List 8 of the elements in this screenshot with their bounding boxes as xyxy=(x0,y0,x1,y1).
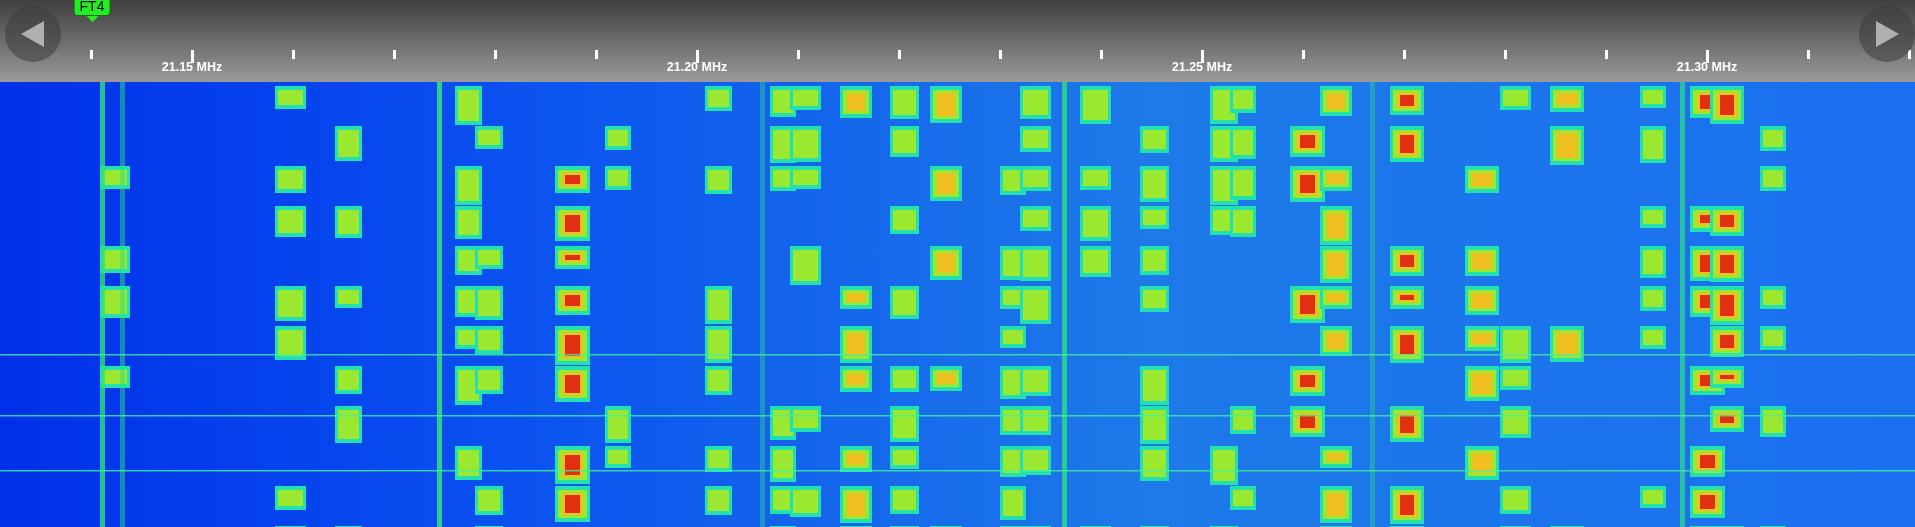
scroll-left-button[interactable] xyxy=(5,6,61,62)
frequency-label: 21.25 MHz xyxy=(1171,61,1233,74)
frequency-label: 21.20 MHz xyxy=(666,61,728,74)
play-right-icon xyxy=(1874,20,1900,48)
play-left-icon xyxy=(20,20,46,48)
frequency-label: 21.30 MHz xyxy=(1676,61,1738,74)
frequency-label: 21.15 MHz xyxy=(161,61,223,74)
scroll-right-button[interactable] xyxy=(1859,6,1915,62)
